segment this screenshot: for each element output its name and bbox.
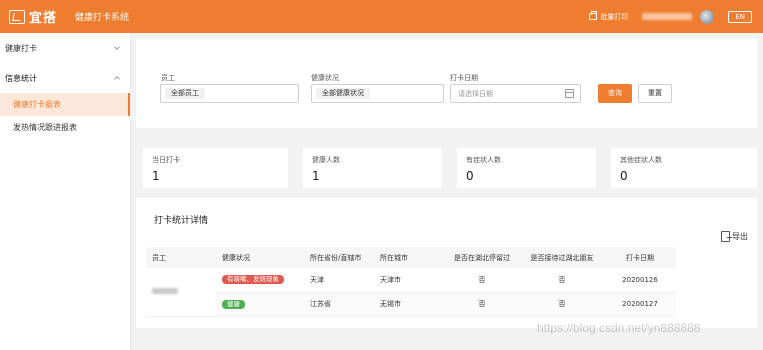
table-row[interactable]: 健康 江苏省 无锡市 否 否 20200127 (146, 292, 676, 317)
column-header: 员工 (146, 247, 216, 268)
stayed-hubei-cell: 否 (444, 268, 520, 293)
query-button[interactable]: 查询 (598, 84, 632, 103)
column-header: 所在省份/直辖市 (304, 247, 374, 268)
system-name: 健康打卡系统 (75, 13, 130, 23)
sidebar-item-label: 健康打卡报表 (13, 100, 61, 109)
language-toggle-button[interactable]: EN (728, 10, 752, 23)
stat-card-daily-checkin: 当日打卡 1 (143, 148, 288, 188)
logo-text: 宜搭 (29, 11, 58, 26)
sidebar: 健康打卡 信息统计 健康打卡报表 发热情况跟进报表 (0, 33, 131, 350)
chevron-up-icon (114, 76, 120, 82)
date-picker[interactable]: 请选择日期 (450, 84, 581, 103)
export-button[interactable]: 导出 (721, 231, 748, 242)
stat-label: 健康人数 (312, 156, 340, 164)
reset-button[interactable]: 重置 (638, 84, 672, 103)
status-badge: 有咳嗽、发烧现象 (222, 275, 284, 285)
date-cell: 20200127 (604, 292, 676, 317)
column-header: 打卡日期 (604, 247, 676, 268)
stat-card-symptom-count: 有症状人数 0 (457, 148, 596, 188)
city-cell: 天津市 (374, 268, 444, 293)
hosted-hubei-cell: 否 (520, 292, 604, 317)
date-picker-placeholder: 请选择日期 (458, 90, 493, 98)
app-logo[interactable]: 宜搭 (9, 7, 57, 26)
avatar[interactable] (700, 9, 715, 24)
stat-card-healthy-count: 健康人数 1 (303, 148, 442, 188)
top-bar: 宜搭 健康打卡系统 批量打印 EN (0, 0, 763, 33)
sidebar-item-fever-report[interactable]: 发热情况跟进报表 (0, 116, 130, 139)
employee-filter-label: 员工 (161, 74, 175, 82)
export-icon (721, 231, 732, 242)
status-cell: 健康 (216, 292, 304, 317)
status-cell: 有咳嗽、发烧现象 (216, 268, 304, 293)
filter-panel: 员工 全部员工 健康状况 全部健康状况 打卡日期 请选择日期 查询 重置 (136, 38, 757, 128)
export-label: 导出 (732, 232, 748, 241)
stayed-hubei-cell: 否 (444, 292, 520, 317)
employee-cell (146, 268, 216, 317)
sidebar-item-label: 发热情况跟进报表 (13, 123, 77, 132)
stat-label: 其他症状人数 (620, 156, 662, 164)
chevron-down-icon (114, 44, 120, 50)
sidebar-group-label: 健康打卡 (5, 43, 37, 53)
stat-value: 1 (152, 169, 160, 183)
column-header: 健康状况 (216, 247, 304, 268)
stat-card-other-symptom-count: 其他症状人数 0 (611, 148, 757, 188)
calendar-icon (565, 89, 574, 98)
health-status-select[interactable]: 全部健康状况 (311, 84, 444, 103)
hosted-hubei-cell: 否 (520, 268, 604, 293)
health-filter-label: 健康状况 (311, 74, 339, 82)
details-panel: 打卡统计详情 导出 员工 健康状况 所在省份/直辖市 所在城市 是否在湖北停留过… (136, 198, 757, 328)
stat-value: 0 (620, 169, 628, 183)
sidebar-group-statistics[interactable]: 信息统计 (0, 63, 130, 93)
watermark: https://blog.csdn.net/yn888888 (537, 321, 701, 335)
table-row[interactable]: 有咳嗽、发烧现象 天津 天津市 否 否 20200126 (146, 268, 676, 317)
logo-icon (9, 9, 25, 24)
column-header: 所在城市 (374, 247, 444, 268)
column-header: 是否在湖北停留过 (444, 247, 520, 268)
username-blurred[interactable] (642, 13, 693, 20)
sidebar-item-health-report[interactable]: 健康打卡报表 (0, 93, 130, 116)
stat-label: 有症状人数 (466, 156, 501, 164)
sidebar-group-health-checkin[interactable]: 健康打卡 (0, 33, 130, 63)
health-status-select-value: 全部健康状况 (316, 88, 370, 99)
checkin-table: 员工 健康状况 所在省份/直辖市 所在城市 是否在湖北停留过 是否接待过湖北朋友… (146, 247, 676, 317)
employee-select[interactable]: 全部员工 (160, 84, 299, 103)
employee-name-blurred (152, 287, 178, 294)
printer-icon (589, 11, 598, 20)
stat-value: 0 (466, 169, 474, 183)
employee-select-value: 全部员工 (165, 88, 205, 99)
table-header-row: 员工 健康状况 所在省份/直辖市 所在城市 是否在湖北停留过 是否接待过湖北朋友… (146, 247, 676, 268)
batch-print-button[interactable]: 批量打印 (589, 11, 629, 22)
province-cell: 江苏省 (304, 292, 374, 317)
sidebar-group-label: 信息统计 (5, 73, 37, 83)
stat-value: 1 (312, 169, 320, 183)
date-filter-label: 打卡日期 (450, 74, 478, 82)
status-badge: 健康 (222, 299, 245, 309)
stat-label: 当日打卡 (152, 156, 180, 164)
city-cell: 无锡市 (374, 292, 444, 317)
column-header: 是否接待过湖北朋友 (520, 247, 604, 268)
province-cell: 天津 (304, 268, 374, 293)
date-cell: 20200126 (604, 268, 676, 293)
batch-print-label: 批量打印 (600, 12, 629, 21)
details-title: 打卡统计详情 (154, 216, 209, 226)
